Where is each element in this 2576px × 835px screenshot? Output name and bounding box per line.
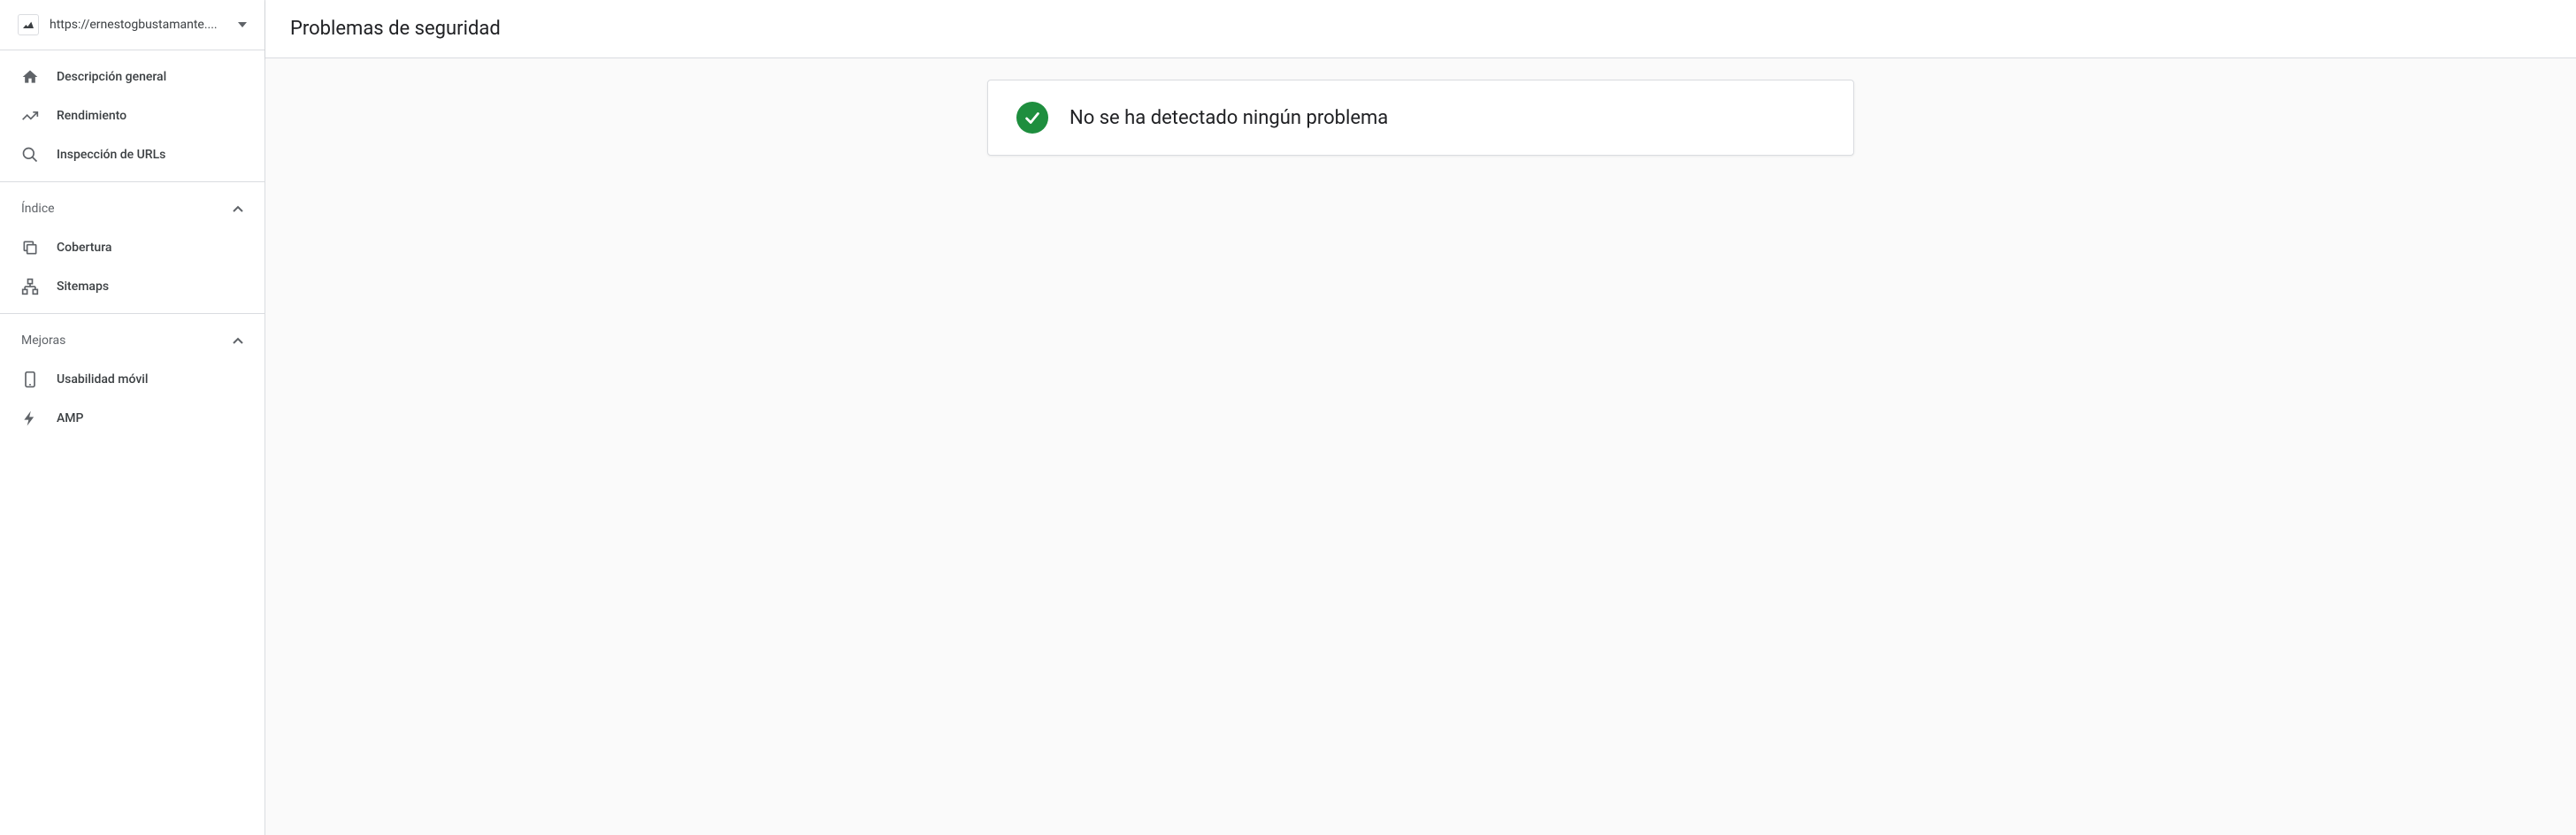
- nav-section-index: Índice Cobertura Sitemaps: [0, 182, 264, 314]
- main-body: No se ha detectado ningún problema: [265, 58, 2576, 835]
- main-content: Problemas de seguridad No se ha detectad…: [265, 0, 2576, 835]
- property-url: https://ernestogbustamante....: [50, 18, 227, 32]
- chevron-up-icon: [233, 337, 243, 344]
- nav-item-label: Sitemaps: [57, 280, 109, 294]
- nav-item-url-inspection[interactable]: Inspección de URLs: [0, 135, 264, 174]
- nav-item-coverage[interactable]: Cobertura: [0, 228, 264, 267]
- nav-item-label: AMP: [57, 411, 83, 425]
- nav-item-mobile-usability[interactable]: Usabilidad móvil: [0, 360, 264, 399]
- trending-icon: [21, 107, 39, 125]
- nav-section-title: Índice: [21, 202, 55, 216]
- property-selector[interactable]: https://ernestogbustamante....: [0, 0, 264, 50]
- status-message: No se ha detectado ningún problema: [1070, 107, 1388, 129]
- status-card: No se ha detectado ningún problema: [987, 80, 1854, 156]
- nav-item-sitemaps[interactable]: Sitemaps: [0, 267, 264, 306]
- page-title: Problemas de seguridad: [290, 18, 2551, 40]
- nav-section-title: Mejoras: [21, 333, 65, 348]
- smartphone-icon: [21, 371, 39, 388]
- property-favicon: [18, 14, 39, 35]
- nav-item-label: Inspección de URLs: [57, 148, 165, 162]
- chevron-up-icon: [233, 205, 243, 212]
- sitemap-icon: [21, 278, 39, 295]
- nav-item-amp[interactable]: AMP: [0, 399, 264, 438]
- nav-section-improvements: Mejoras Usabilidad móvil AMP: [0, 314, 264, 445]
- success-check-icon: [1016, 102, 1048, 134]
- copy-icon: [21, 239, 39, 257]
- sidebar: https://ernestogbustamante.... Descripci…: [0, 0, 265, 835]
- main-header: Problemas de seguridad: [265, 0, 2576, 58]
- nav-item-label: Rendimiento: [57, 109, 126, 123]
- nav-section-header-improvements[interactable]: Mejoras: [0, 321, 264, 360]
- dropdown-arrow-icon: [238, 22, 247, 27]
- bolt-icon: [21, 410, 39, 427]
- nav-item-label: Cobertura: [57, 241, 111, 255]
- nav-item-label: Usabilidad móvil: [57, 372, 148, 387]
- nav-section-header-index[interactable]: Índice: [0, 189, 264, 228]
- nav-item-performance[interactable]: Rendimiento: [0, 96, 264, 135]
- nav-item-label: Descripción general: [57, 70, 166, 84]
- nav-section-main: Descripción general Rendimiento Inspecci…: [0, 50, 264, 182]
- nav-item-overview[interactable]: Descripción general: [0, 57, 264, 96]
- home-icon: [21, 68, 39, 86]
- search-icon: [21, 146, 39, 164]
